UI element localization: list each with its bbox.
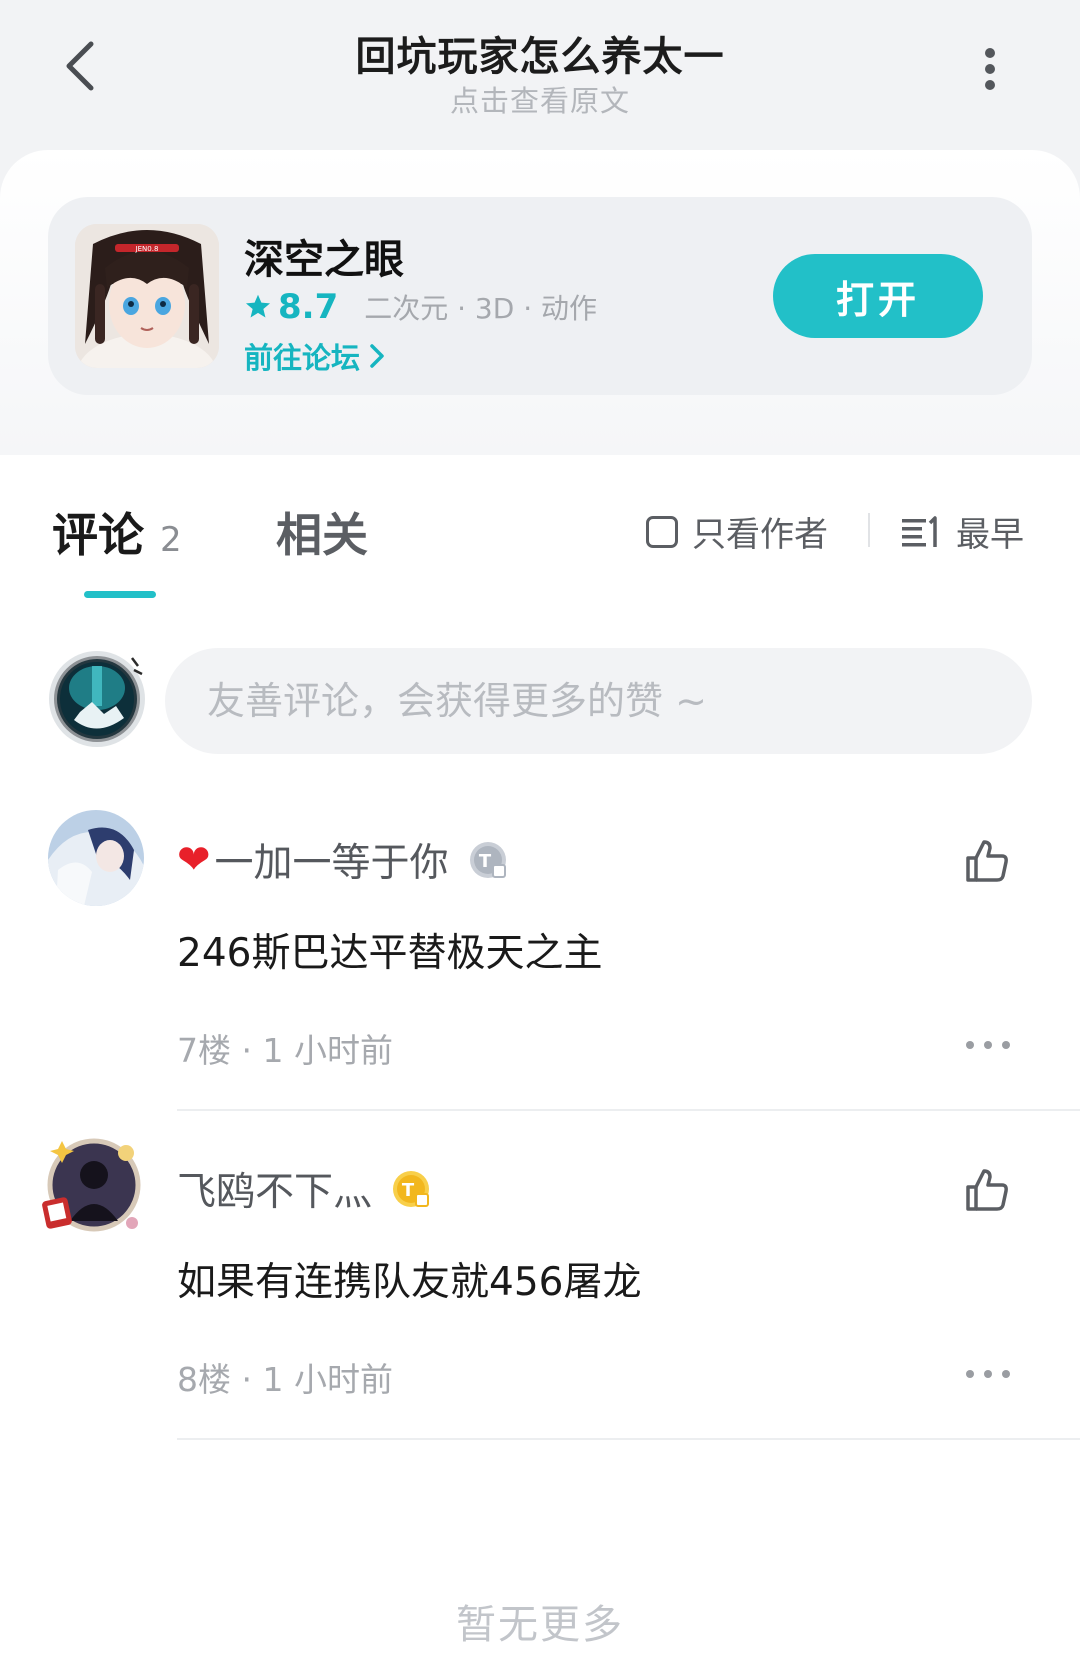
forum-link[interactable]: 前往论坛	[244, 335, 386, 377]
comment-meta: 7楼 · 1 小时前	[177, 1031, 393, 1070]
author-only-toggle[interactable]: 只看作者	[646, 507, 828, 556]
tab-comments-label: 评论	[52, 508, 144, 562]
page-title[interactable]: 回坑玩家怎么养太一	[0, 24, 1080, 82]
more-vertical-icon	[985, 48, 995, 58]
app-tags: 二次元 · 3D · 动作	[364, 292, 598, 325]
tab-comments-count: 2	[160, 520, 182, 560]
checkbox-icon	[646, 515, 678, 548]
comment-item: 飞鸥不下灬 T 如果有连携队友就456屠龙 8楼 · 1 小时前	[0, 1138, 1080, 1469]
view-original-link[interactable]: 点击查看原文	[0, 78, 1080, 120]
ellipsis-icon	[966, 1370, 974, 1378]
comment-text: 如果有连携队友就456屠龙	[177, 1260, 642, 1305]
divider	[868, 513, 870, 547]
tab-bar: 评论 2 相关 只看作者 最早	[0, 455, 1080, 605]
sort-icon	[902, 515, 937, 547]
comment-divider	[177, 1438, 1080, 1440]
comment-more-button[interactable]	[966, 1030, 1010, 1060]
top-bar: 回坑玩家怎么养太一 点击查看原文	[0, 0, 1080, 140]
tab-related[interactable]: 相关	[276, 499, 368, 565]
comment-meta: 8楼 · 1 小时前	[177, 1360, 393, 1399]
heart-icon: ❤	[177, 837, 211, 883]
svg-text:JEN0.8: JEN0.8	[135, 245, 159, 253]
sort-button[interactable]: 最早	[900, 507, 1024, 556]
app-card[interactable]: JEN0.8 深空之眼 8.7 二次元 · 3D · 动作 前往论坛 打开	[48, 197, 1032, 395]
star-icon	[245, 294, 271, 318]
comment-username: 一加一等于你	[214, 841, 449, 886]
level-badge-icon: T	[469, 842, 506, 878]
thumbs-up-icon[interactable]	[962, 836, 1012, 886]
tab-comments[interactable]: 评论 2	[52, 499, 182, 565]
comment-item: ❤ 一加一等于你 T 246斯巴达平替极天之主 7楼 · 1 小时前	[0, 810, 1080, 1140]
thumbs-up-icon[interactable]	[962, 1165, 1012, 1215]
comment-text: 246斯巴达平替极天之主	[177, 931, 603, 976]
author-only-label: 只看作者	[692, 515, 828, 555]
app-name: 深空之眼	[244, 237, 404, 283]
comment-username-row[interactable]: ❤ 一加一等于你 T	[177, 832, 509, 888]
avatar[interactable]	[48, 810, 144, 906]
avatar[interactable]	[40, 1131, 148, 1239]
more-options-button[interactable]	[970, 44, 1010, 94]
no-more-label: 暂无更多	[456, 1602, 624, 1648]
comment-username-row[interactable]: 飞鸥不下灬 T	[177, 1161, 432, 1217]
forum-link-label: 前往论坛	[244, 341, 361, 375]
svg-text:T: T	[402, 1180, 415, 1201]
avatar[interactable]	[46, 648, 148, 750]
open-app-button[interactable]: 打开	[773, 254, 983, 338]
comment-divider	[177, 1109, 1080, 1111]
comment-more-button[interactable]	[966, 1359, 1010, 1389]
rating-value: 8.7	[278, 287, 339, 327]
app-rating-row: 8.7 二次元 · 3D · 动作	[244, 287, 597, 327]
comment-input-row	[0, 640, 1080, 760]
active-tab-indicator	[84, 591, 156, 598]
svg-text:T: T	[478, 851, 491, 872]
app-icon[interactable]: JEN0.8	[75, 224, 219, 368]
comment-input[interactable]	[165, 648, 1032, 754]
ellipsis-icon	[966, 1041, 974, 1049]
chevron-right-icon	[370, 344, 384, 368]
level-badge-icon: T	[393, 1171, 430, 1207]
comment-username: 飞鸥不下灬	[177, 1170, 373, 1215]
sort-label: 最早	[956, 515, 1024, 555]
